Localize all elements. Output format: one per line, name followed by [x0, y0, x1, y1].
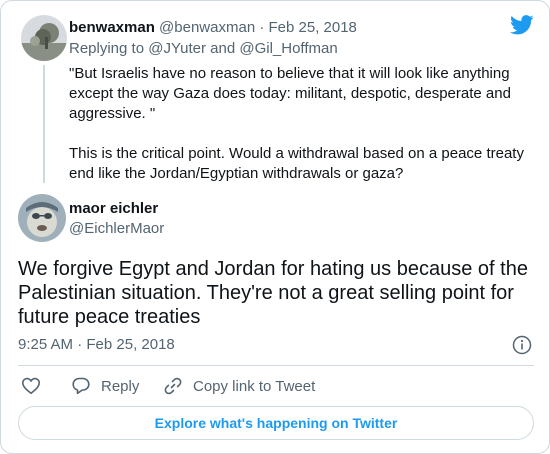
reply-mention-gil-hoffman[interactable]: @Gil_Hoffman: [239, 40, 337, 57]
parent-date[interactable]: Feb 25, 2018: [269, 19, 357, 36]
replying-to: Replying to @JYuter and @Gil_Hoffman: [69, 39, 338, 59]
main-avatar[interactable]: [18, 194, 66, 242]
parent-display-name[interactable]: benwaxman: [69, 19, 155, 36]
divider: [18, 365, 534, 366]
main-display-name[interactable]: maor eichler: [69, 199, 158, 219]
tweet-timestamp[interactable]: 9:25 AM · Feb 25, 2018: [18, 335, 175, 355]
reply-button[interactable]: Reply: [71, 376, 139, 396]
avatar-image: [18, 194, 66, 242]
speech-bubble-icon: [72, 377, 90, 395]
heart-icon: [21, 377, 41, 395]
reply-label: Reply: [101, 377, 140, 395]
replying-and: and: [210, 40, 236, 57]
copy-link-label: Copy link to Tweet: [193, 377, 316, 395]
parent-text-paragraph: This is the critical point. Would a with…: [69, 145, 524, 182]
parent-tweet-text: "But Israelis have no reason to believe …: [69, 64, 529, 184]
parent-header: benwaxman @benwaxman · Feb 25, 2018: [69, 18, 357, 38]
replying-prefix: Replying to: [69, 40, 145, 57]
parent-text-paragraph: "But Israelis have no reason to believe …: [69, 65, 511, 122]
avatar-image: [21, 15, 67, 61]
explore-twitter-button[interactable]: Explore what's happening on Twitter: [18, 406, 534, 440]
info-icon[interactable]: [512, 335, 532, 355]
copy-link-button[interactable]: Copy link to Tweet: [163, 376, 315, 396]
like-button[interactable]: [21, 376, 41, 396]
twitter-bird-icon[interactable]: [510, 15, 534, 35]
thread-connector: [43, 65, 45, 183]
main-handle[interactable]: @EichlerMaor: [69, 219, 164, 239]
tweet-embed-card: benwaxman @benwaxman · Feb 25, 2018 Repl…: [0, 0, 550, 454]
parent-handle[interactable]: @benwaxman: [159, 19, 255, 36]
link-icon: [164, 377, 182, 395]
reply-mention-jyuter[interactable]: @JYuter: [148, 40, 206, 57]
header-separator: ·: [259, 19, 265, 36]
parent-avatar[interactable]: [21, 15, 67, 61]
main-tweet-text: We forgive Egypt and Jordan for hating u…: [18, 258, 528, 328]
